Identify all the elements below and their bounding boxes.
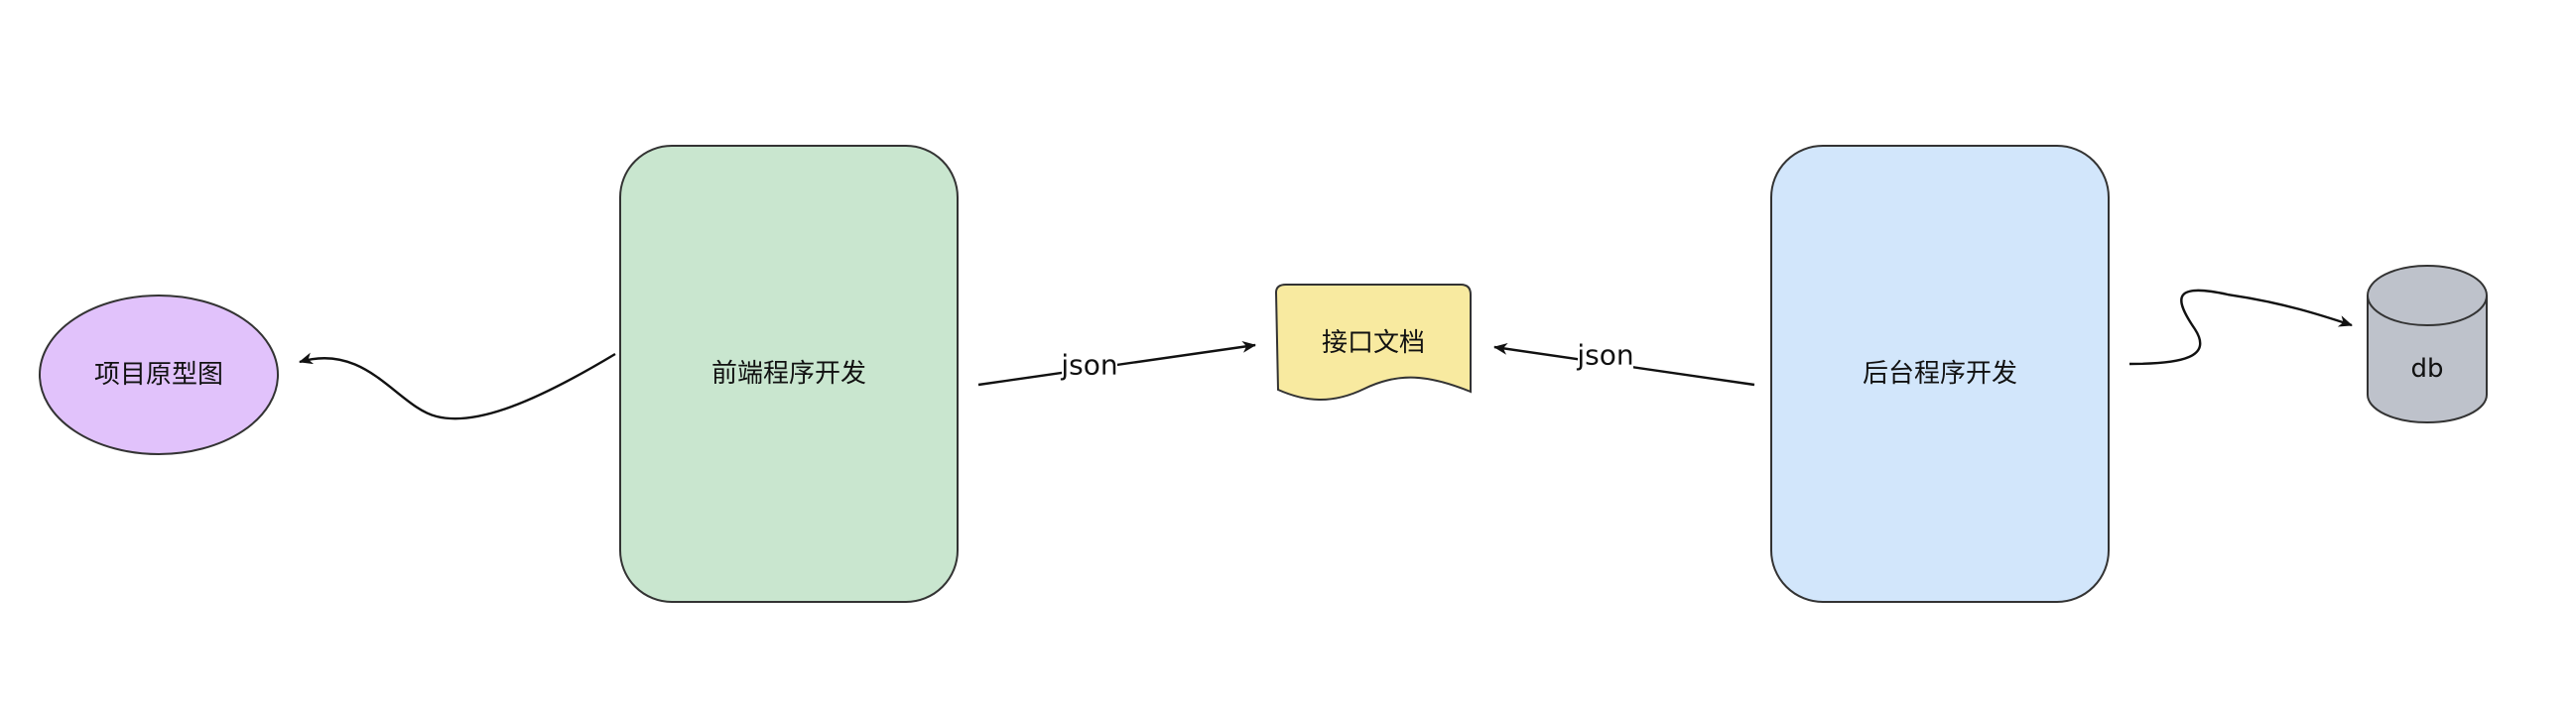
edge-backend-to-db — [2128, 289, 2353, 366]
backend-label: 后台程序开发 — [1863, 359, 2017, 389]
prototype-node[interactable]: 项目原型图 — [39, 295, 279, 455]
db-cylinder-top — [2367, 265, 2488, 326]
edge-frontend-to-api-doc: json — [977, 340, 1256, 387]
edge-label-json-left: json — [1060, 349, 1117, 382]
frontend-node[interactable]: 前端程序开发 — [619, 145, 959, 603]
db-node[interactable]: db — [2367, 265, 2488, 423]
frontend-label: 前端程序开发 — [711, 359, 866, 389]
architecture-diagram: 项目原型图 前端程序开发 接口文档 后台程序开发 db json json — [39, 145, 2488, 603]
edge-label-json-right: json — [1576, 339, 1633, 372]
prototype-label: 项目原型图 — [94, 360, 223, 390]
edge-frontend-to-prototype — [299, 352, 616, 420]
api-doc-label: 接口文档 — [1322, 328, 1425, 358]
api-doc-node[interactable]: 接口文档 — [1274, 284, 1472, 401]
backend-node[interactable]: 后台程序开发 — [1770, 145, 2110, 603]
db-label: db — [2410, 354, 2443, 384]
edge-backend-to-api-doc: json — [1493, 339, 1755, 387]
